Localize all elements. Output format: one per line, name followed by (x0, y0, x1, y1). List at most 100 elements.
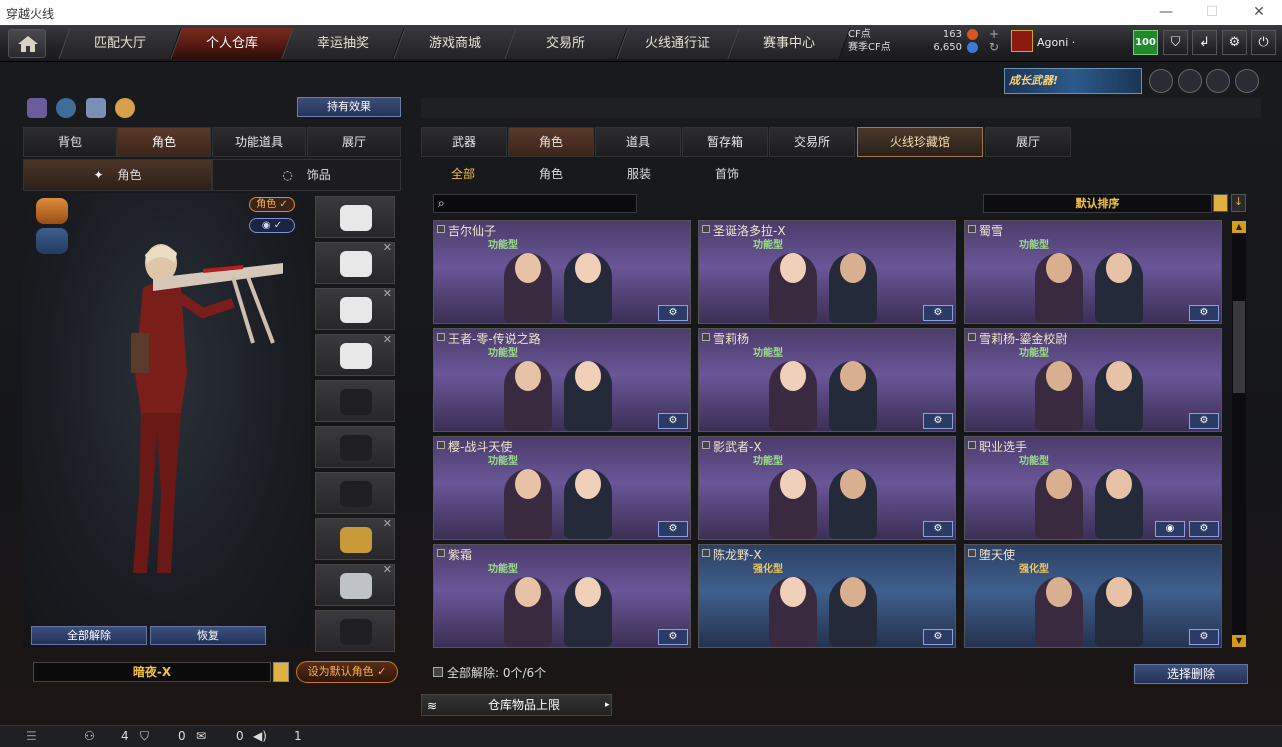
equip-slot-radio[interactable]: ✕ (315, 333, 395, 376)
home-button[interactable] (8, 29, 46, 58)
friends-icon[interactable]: ⚇ (84, 729, 95, 743)
character-card[interactable]: 堕天使 强化型 ⚙ (964, 544, 1222, 648)
right-tab-6[interactable]: 火线珍藏馆 (857, 127, 983, 157)
card-gear-icon[interactable]: ⚙ (923, 305, 953, 321)
globe-icon[interactable] (1178, 69, 1202, 93)
character-card[interactable]: 雪莉杨 功能型 ⚙ (698, 328, 956, 432)
refresh-icon[interactable]: ↻ (989, 40, 999, 54)
filter-tab-2[interactable]: 角色 (539, 165, 563, 183)
filter-tab-4[interactable]: 首饰 (715, 165, 739, 183)
card-gear-icon[interactable]: ⚙ (1189, 629, 1219, 645)
role-pill[interactable]: 角色 ✓ (249, 197, 295, 212)
card-gear-icon[interactable]: ⚙ (1189, 305, 1219, 321)
unequip-all-button[interactable]: 全部解除 (31, 626, 147, 645)
card-gear-icon[interactable]: ⚙ (658, 413, 688, 429)
filter-tab-3[interactable]: 服装 (627, 165, 651, 183)
scroll-down-icon[interactable]: ▼ (1232, 635, 1246, 647)
remove-slot-icon[interactable]: ✕ (383, 241, 392, 254)
character-preview[interactable]: 角色 ✓ ◉ ✓ (23, 193, 311, 648)
nav-tab-7[interactable]: 赛事中心 (727, 28, 851, 59)
character-card[interactable]: 王者-零-传说之路 功能型 ⚙ (433, 328, 691, 432)
card-gear-icon[interactable]: ⚙ (658, 305, 688, 321)
chat-icon[interactable]: ✉ (196, 729, 206, 743)
scroll-thumb[interactable] (1233, 301, 1245, 393)
right-tab-5[interactable]: 交易所 (769, 127, 855, 157)
power-icon[interactable]: ⏻ (1251, 30, 1276, 55)
remove-slot-icon[interactable]: ✕ (383, 563, 392, 576)
remove-slot-icon[interactable]: ✕ (383, 333, 392, 346)
menu-list-icon[interactable] (273, 662, 289, 682)
character-card[interactable]: 樱-战斗天使 功能型 ⚙ (433, 436, 691, 540)
clan-icon[interactable]: ⛉ (140, 729, 149, 744)
character-mode-icon[interactable] (36, 198, 68, 224)
shield-icon[interactable]: ⛉ (1163, 30, 1188, 55)
character-card[interactable]: 职业选手 功能型 ⚙ ◉ (964, 436, 1222, 540)
set-default-button[interactable]: 设为默认角色 ✓ (296, 661, 398, 683)
equip-slot-goggles[interactable]: ✕ (315, 287, 395, 330)
character-card[interactable]: 紫霜 功能型 ⚙ (433, 544, 691, 648)
sort-dropdown[interactable]: 默认排序 (983, 194, 1212, 213)
right-tab-7[interactable]: 展厅 (985, 127, 1071, 157)
character-card[interactable]: 雪莉杨-鎏金校尉 功能型 ⚙ (964, 328, 1222, 432)
left-subtab-2[interactable]: ◌ 饰品 (212, 159, 401, 191)
back-icon[interactable]: ↲ (1192, 30, 1217, 55)
equip-slot-headphones[interactable]: ✕ (315, 241, 395, 284)
card-gear-icon[interactable]: ⚙ (658, 521, 688, 537)
list-view-icon[interactable] (1213, 194, 1228, 212)
left-tab-2[interactable]: 角色 (117, 127, 211, 157)
equip-slot-ring-empty[interactable] (315, 610, 395, 652)
scroll-up-icon[interactable]: ▲ (1232, 221, 1246, 233)
character-card[interactable]: 陈龙野-X 强化型 ⚙ (698, 544, 956, 648)
gear-icon[interactable]: ⚙ (1222, 30, 1247, 55)
select-delete-button[interactable]: 选择删除 (1134, 664, 1248, 684)
pet-icon[interactable] (115, 98, 135, 118)
sort-direction-icon[interactable]: ↓ (1231, 194, 1246, 212)
card-gear-icon[interactable]: ⚙ (923, 413, 953, 429)
card-gear-icon[interactable]: ⚙ (923, 521, 953, 537)
card-gear-icon[interactable]: ⚙ (658, 629, 688, 645)
filter-tab-1[interactable]: 全部 (451, 165, 475, 183)
stats-icon[interactable] (27, 98, 47, 118)
scrollbar[interactable]: ▲ ▼ (1232, 221, 1246, 647)
equip-slot-gold-dragon[interactable]: ✕ (315, 517, 395, 560)
equip-slot-sniper-rifle[interactable] (315, 196, 395, 238)
character-card[interactable]: 吉尔仙子 功能型 ⚙ (433, 220, 691, 324)
card-gear-icon[interactable]: ⚙ (1189, 521, 1219, 537)
rotate-icon[interactable] (56, 98, 76, 118)
close-button[interactable]: ✕ (1236, 0, 1282, 25)
right-tab-3[interactable]: 道具 (595, 127, 681, 157)
pose-icon[interactable] (86, 98, 106, 118)
storage-limit-button[interactable]: ≋ 仓库物品上限 ▸ (421, 694, 612, 716)
emblem-icon[interactable] (1149, 69, 1173, 93)
character-card[interactable]: 蜀雪 功能型 ⚙ (964, 220, 1222, 324)
restore-button[interactable]: 恢复 (150, 626, 266, 645)
left-tab-1[interactable]: 背包 (23, 127, 117, 157)
equip-slot-vest-empty[interactable] (315, 380, 395, 422)
card-info-icon[interactable]: ◉ (1155, 521, 1185, 537)
remove-slot-icon[interactable]: ✕ (383, 287, 392, 300)
right-tab-4[interactable]: 暂存箱 (682, 127, 768, 157)
nav-tab-2[interactable]: 个人仓库 (170, 28, 294, 59)
nav-tab-1[interactable]: 匹配大厅 (58, 28, 182, 59)
right-tab-2[interactable]: 角色 (508, 127, 594, 157)
card-gear-icon[interactable]: ⚙ (1189, 413, 1219, 429)
add-currency-icon[interactable]: + (989, 27, 999, 41)
equip-slot-silver-dragon[interactable]: ✕ (315, 563, 395, 606)
card-gear-icon[interactable]: ⚙ (923, 629, 953, 645)
visibility-pill[interactable]: ◉ ✓ (249, 218, 295, 233)
character-card[interactable]: 圣诞洛多拉-X 功能型 ⚙ (698, 220, 956, 324)
left-tab-3[interactable]: 功能道具 (212, 127, 306, 157)
nav-tab-3[interactable]: 幸运抽奖 (281, 28, 405, 59)
left-tab-4[interactable]: 展厅 (307, 127, 401, 157)
maximize-button[interactable]: ☐ (1189, 0, 1235, 25)
weapon-mode-icon[interactable] (36, 228, 68, 254)
voice-icon[interactable]: ◀︎) (253, 729, 267, 743)
remove-slot-icon[interactable]: ✕ (383, 517, 392, 530)
right-tab-1[interactable]: 武器 (421, 127, 507, 157)
left-subtab-1[interactable]: ✦ 角色 (23, 159, 212, 191)
nav-tab-5[interactable]: 交易所 (504, 28, 628, 59)
effects-button[interactable]: 持有效果 (297, 97, 401, 117)
wings-icon[interactable] (1235, 69, 1259, 93)
nav-tab-4[interactable]: 游戏商城 (393, 28, 517, 59)
star-icon[interactable] (1206, 69, 1230, 93)
